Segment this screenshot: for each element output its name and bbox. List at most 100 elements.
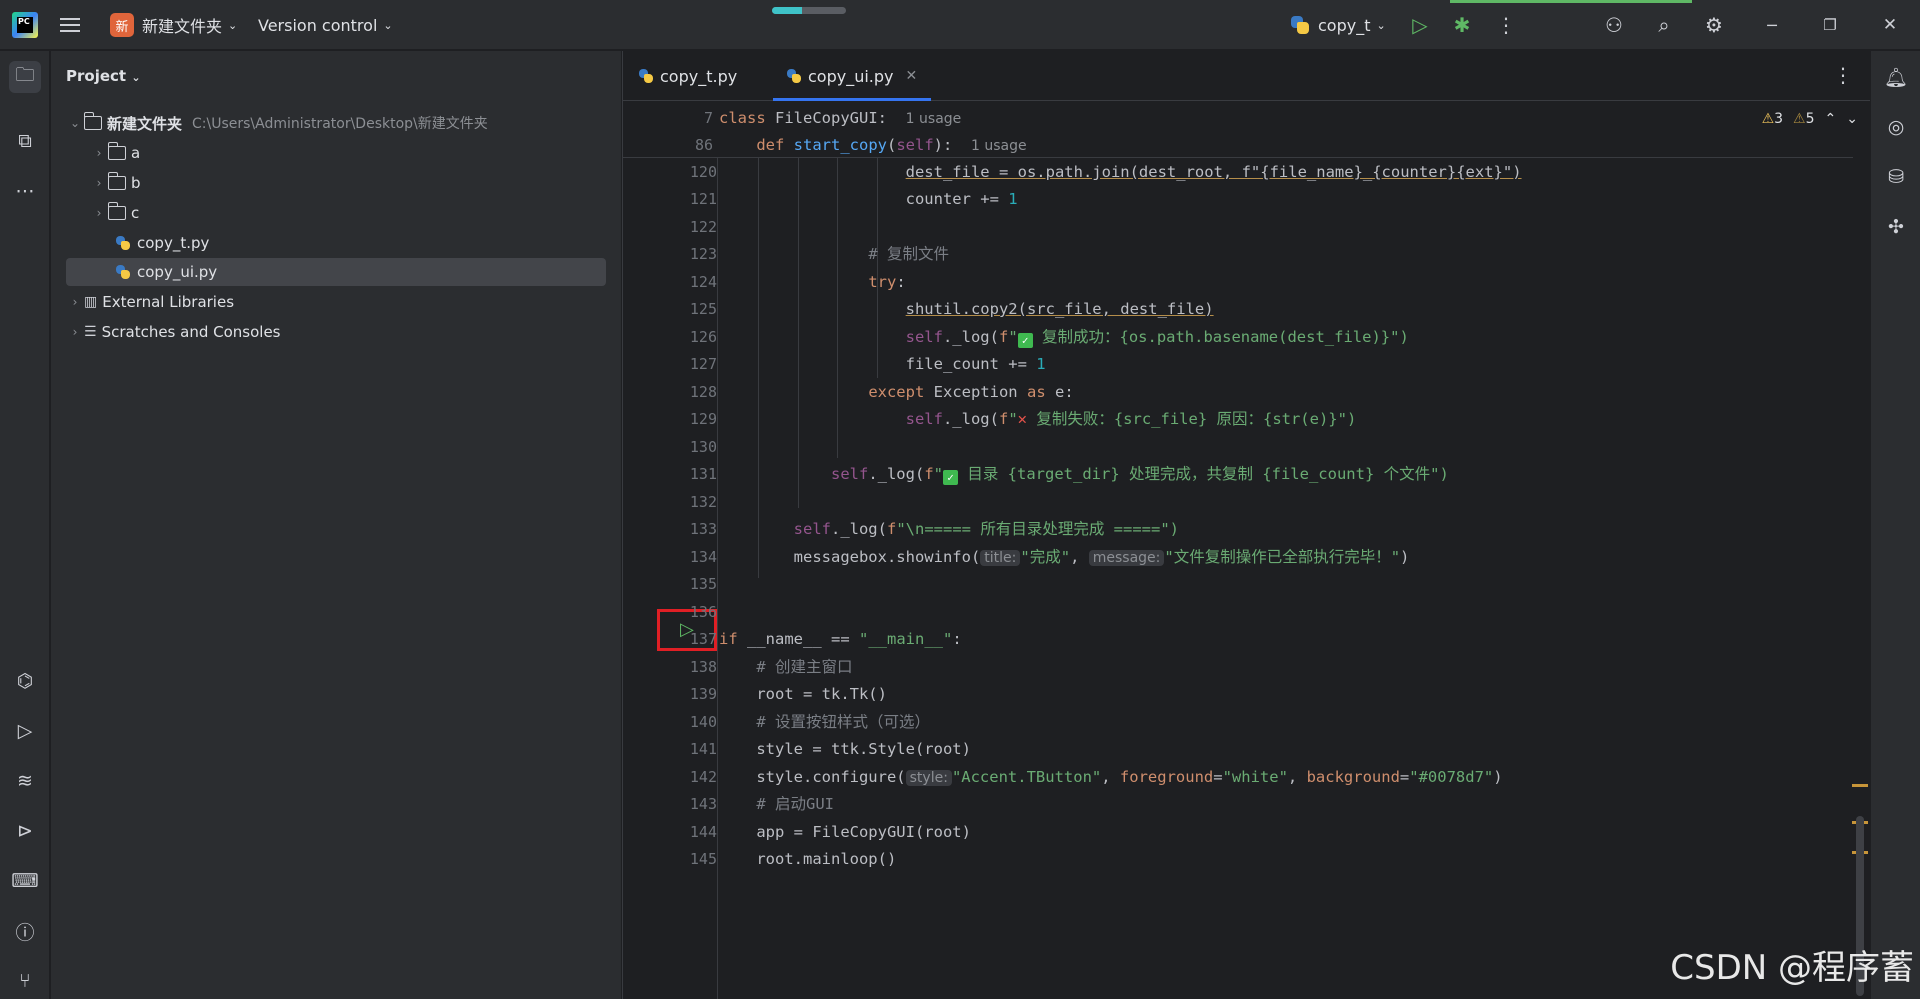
warning-count[interactable]: ⚠3 xyxy=(1762,111,1783,127)
line-number[interactable]: 124 xyxy=(657,269,717,296)
tab-copy-t[interactable]: copy_t.py xyxy=(639,51,737,101)
tree-item-c[interactable]: › c xyxy=(66,199,606,227)
chevron-right-icon[interactable]: › xyxy=(90,206,108,220)
line-number[interactable]: 132 xyxy=(657,489,717,516)
line-number[interactable]: 129 xyxy=(657,406,717,433)
editor[interactable]: copy_t.py copy_ui.py ✕ ⋮ 7 class FileCop… xyxy=(622,51,1871,999)
close-tab-icon[interactable]: ✕ xyxy=(906,68,918,84)
line-number[interactable]: 144 xyxy=(657,819,717,846)
settings-gear-icon[interactable]: ⚙ xyxy=(1698,0,1730,50)
database-icon[interactable]: ⛁ xyxy=(1880,161,1912,193)
problems-icon[interactable]: ⓘ xyxy=(9,915,41,947)
chevron-right-icon[interactable]: › xyxy=(90,176,108,190)
tree-item-external-libraries[interactable]: › ▥ External Libraries xyxy=(66,288,606,316)
tree-item-scratches[interactable]: › ☰ Scratches and Consoles xyxy=(66,318,606,346)
tab-actions-icon[interactable]: ⋮ xyxy=(1833,63,1853,87)
sticky-lines[interactable]: 7 class FileCopyGUI: 1 usage 86 def star… xyxy=(623,102,1853,158)
chevron-right-icon[interactable]: › xyxy=(66,325,84,339)
line-number[interactable]: 138 xyxy=(657,654,717,681)
line-number[interactable]: 128 xyxy=(657,379,717,406)
code-line-124[interactable]: try: xyxy=(719,269,905,296)
sticky-line-def[interactable]: def start_copy(self): 1 usage xyxy=(719,132,1026,159)
more-tools-icon[interactable]: ⋯ xyxy=(9,175,41,207)
run-icon[interactable]: ▷ xyxy=(1404,0,1436,50)
minimize-icon[interactable]: ─ xyxy=(1756,0,1788,50)
code-line-125[interactable]: shutil.copy2(src_file, dest_file) xyxy=(719,296,1214,323)
code-line-137[interactable]: if __name__ == "__main__": xyxy=(719,626,962,653)
line-number[interactable]: 127 xyxy=(657,351,717,378)
code-line-121[interactable]: counter += 1 xyxy=(719,186,1018,213)
terminal-icon[interactable]: ⌨ xyxy=(9,865,41,897)
tree-item-copy-t[interactable]: copy_t.py xyxy=(66,229,606,257)
code-line-129[interactable]: self._log(f"✕ 复制失败：{src_file} 原因：{str(e)… xyxy=(719,406,1357,433)
line-number[interactable]: 135 xyxy=(657,571,717,598)
code-line-138[interactable]: # 创建主窗口 xyxy=(719,654,852,681)
line-number[interactable]: 142 xyxy=(657,764,717,791)
project-panel-header[interactable]: Project ⌄ xyxy=(66,67,141,85)
tree-item-copy-ui[interactable]: copy_ui.py xyxy=(66,258,606,286)
line-number[interactable]: 126 xyxy=(657,324,717,351)
chevron-up-icon[interactable]: ⌃ xyxy=(1825,111,1837,127)
sticky-line-class[interactable]: class FileCopyGUI: 1 usage xyxy=(719,105,961,132)
python-console-icon[interactable]: ⌬ xyxy=(9,665,41,697)
more-actions-icon[interactable]: ⋮ xyxy=(1490,0,1522,50)
scroll-marker[interactable] xyxy=(1852,784,1868,787)
code-line-120[interactable]: dest_file = os.path.join(dest_root, f"{f… xyxy=(719,159,1522,186)
chevron-right-icon[interactable]: › xyxy=(90,146,108,160)
project-badge[interactable]: 新 xyxy=(110,13,134,37)
run-config-selector[interactable]: copy_t ⌄ xyxy=(1290,0,1386,50)
line-number[interactable]: 133 xyxy=(657,516,717,543)
line-number[interactable]: 134 xyxy=(657,544,717,571)
line-number[interactable]: 139 xyxy=(657,681,717,708)
chevron-down-icon[interactable]: ⌄ xyxy=(66,116,84,130)
run-tool-icon[interactable]: ▷ xyxy=(9,715,41,747)
weak-warning-count[interactable]: ⚠5 xyxy=(1793,111,1814,127)
code-line-127[interactable]: file_count += 1 xyxy=(719,351,1046,378)
code-line-139[interactable]: root = tk.Tk() xyxy=(719,681,887,708)
code-line-126[interactable]: self._log(f" ✓ 复制成功：{os.path.basename(des… xyxy=(719,324,1409,351)
line-number[interactable]: 136 xyxy=(657,599,717,626)
line-number[interactable]: 145 xyxy=(657,846,717,873)
line-number[interactable]: 130 xyxy=(657,434,717,461)
line-number[interactable]: 140 xyxy=(657,709,717,736)
code-line-133[interactable]: self._log(f"\n===== 所有目录处理完成 =====") xyxy=(719,516,1179,543)
debug-icon[interactable]: ✱ xyxy=(1446,0,1478,50)
notifications-bell-icon[interactable]: 🔔︎ xyxy=(1880,61,1912,93)
code-line-140[interactable]: # 设置按钮样式（可选） xyxy=(719,709,930,736)
services-icon[interactable]: ⊳ xyxy=(9,815,41,847)
line-number[interactable]: 121 xyxy=(657,186,717,213)
code-line-141[interactable]: style = ttk.Style(root) xyxy=(719,736,971,763)
line-number[interactable]: 137 xyxy=(657,626,717,653)
code-line-131[interactable]: self._log(f" ✓ 目录 {target_dir} 处理完成，共复制 {… xyxy=(719,461,1449,488)
line-number[interactable]: 125 xyxy=(657,296,717,323)
tab-copy-ui[interactable]: copy_ui.py ✕ xyxy=(773,51,932,101)
chevron-right-icon[interactable]: › xyxy=(66,295,84,309)
code-line-134[interactable]: messagebox.showinfo(title: "完成", message:… xyxy=(719,544,1409,571)
project-switcher[interactable]: 新建文件夹 ⌄ xyxy=(142,0,237,50)
line-number[interactable]: 131 xyxy=(657,461,717,488)
git-icon[interactable]: ⑂ xyxy=(9,965,41,997)
line-number[interactable]: 123 xyxy=(657,241,717,268)
tree-item-b[interactable]: › b xyxy=(66,169,606,197)
inspection-widget[interactable]: ⚠3 ⚠5 ⌃ ⌄ xyxy=(1762,111,1858,127)
code-line-143[interactable]: # 启动GUI xyxy=(719,791,834,818)
add-user-icon[interactable]: ⚇ xyxy=(1598,0,1630,50)
structure-icon[interactable]: ⧉ xyxy=(9,125,41,157)
line-number[interactable]: 143 xyxy=(657,791,717,818)
sciview-icon[interactable]: ✣ xyxy=(1880,211,1912,243)
search-icon[interactable]: ⌕ xyxy=(1648,0,1680,50)
vcs-widget[interactable]: Version control ⌄ xyxy=(258,0,393,50)
code-line-144[interactable]: app = FileCopyGUI(root) xyxy=(719,819,971,846)
main-menu-icon[interactable] xyxy=(60,0,84,50)
tree-item-a[interactable]: › a xyxy=(66,139,606,167)
chevron-down-icon[interactable]: ⌄ xyxy=(1846,111,1858,127)
background-progress-bar[interactable] xyxy=(772,7,846,14)
ai-assistant-icon[interactable]: ◎ xyxy=(1880,111,1912,143)
line-number[interactable]: 120 xyxy=(657,159,717,186)
project-folder-icon[interactable]: 🗀 xyxy=(9,61,41,93)
layers-icon[interactable]: ≋ xyxy=(9,765,41,797)
line-number[interactable]: 141 xyxy=(657,736,717,763)
code-line-142[interactable]: style.configure(style: "Accent.TButton", … xyxy=(719,764,1503,791)
line-number[interactable]: 122 xyxy=(657,214,717,241)
tree-root[interactable]: ⌄ 新建文件夹 C:\Users\Administrator\Desktop\新… xyxy=(66,109,606,137)
